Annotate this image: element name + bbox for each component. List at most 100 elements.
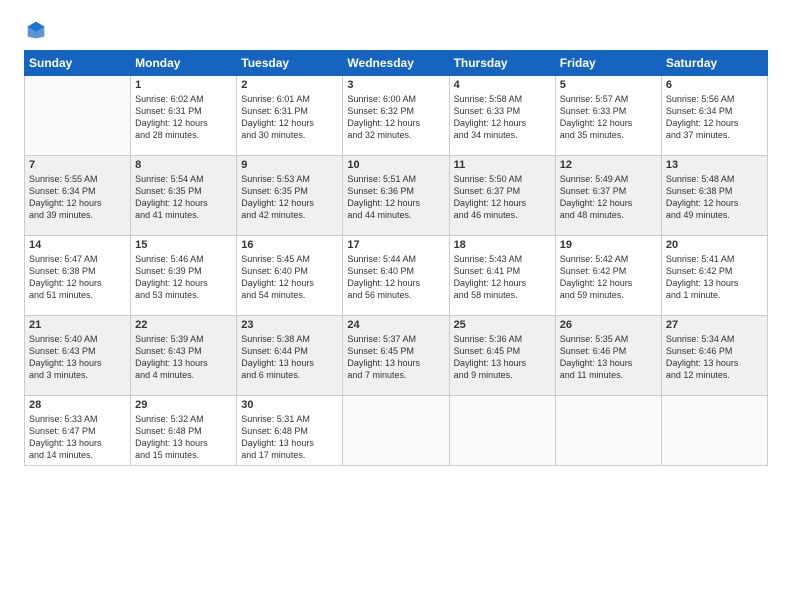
calendar-header-saturday: Saturday xyxy=(661,51,767,76)
day-number: 14 xyxy=(29,239,126,251)
day-number: 23 xyxy=(241,319,338,331)
calendar-cell xyxy=(555,396,661,466)
cell-info: Sunrise: 5:39 AM Sunset: 6:43 PM Dayligh… xyxy=(135,333,232,382)
calendar-cell: 24 Sunrise: 5:37 AM Sunset: 6:45 PM Dayli… xyxy=(343,316,449,396)
day-number: 12 xyxy=(560,159,657,171)
cell-info: Sunrise: 5:42 AM Sunset: 6:42 PM Dayligh… xyxy=(560,253,657,302)
day-number: 22 xyxy=(135,319,232,331)
calendar-cell: 25 Sunrise: 5:36 AM Sunset: 6:45 PM Dayli… xyxy=(449,316,555,396)
day-number: 4 xyxy=(454,79,551,91)
calendar-cell: 28 Sunrise: 5:33 AM Sunset: 6:47 PM Dayli… xyxy=(25,396,131,466)
cell-info: Sunrise: 5:55 AM Sunset: 6:34 PM Dayligh… xyxy=(29,173,126,222)
cell-info: Sunrise: 5:47 AM Sunset: 6:38 PM Dayligh… xyxy=(29,253,126,302)
header xyxy=(24,20,768,40)
cell-info: Sunrise: 6:02 AM Sunset: 6:31 PM Dayligh… xyxy=(135,93,232,142)
day-number: 9 xyxy=(241,159,338,171)
calendar-cell: 3 Sunrise: 6:00 AM Sunset: 6:32 PM Daylig… xyxy=(343,76,449,156)
day-number: 25 xyxy=(454,319,551,331)
calendar-cell xyxy=(25,76,131,156)
day-number: 28 xyxy=(29,399,126,411)
calendar-cell: 6 Sunrise: 5:56 AM Sunset: 6:34 PM Daylig… xyxy=(661,76,767,156)
cell-info: Sunrise: 5:35 AM Sunset: 6:46 PM Dayligh… xyxy=(560,333,657,382)
calendar-header-sunday: Sunday xyxy=(25,51,131,76)
calendar-header-thursday: Thursday xyxy=(449,51,555,76)
calendar-cell: 27 Sunrise: 5:34 AM Sunset: 6:46 PM Dayli… xyxy=(661,316,767,396)
cell-info: Sunrise: 5:36 AM Sunset: 6:45 PM Dayligh… xyxy=(454,333,551,382)
cell-info: Sunrise: 5:34 AM Sunset: 6:46 PM Dayligh… xyxy=(666,333,763,382)
cell-info: Sunrise: 5:48 AM Sunset: 6:38 PM Dayligh… xyxy=(666,173,763,222)
cell-info: Sunrise: 5:56 AM Sunset: 6:34 PM Dayligh… xyxy=(666,93,763,142)
calendar-cell: 17Sunrise: 5:44 AM Sunset: 6:40 PM Dayli… xyxy=(343,236,449,316)
calendar-cell: 5 Sunrise: 5:57 AM Sunset: 6:33 PM Daylig… xyxy=(555,76,661,156)
calendar-cell: 11Sunrise: 5:50 AM Sunset: 6:37 PM Dayli… xyxy=(449,156,555,236)
day-number: 8 xyxy=(135,159,232,171)
day-number: 3 xyxy=(347,79,444,91)
cell-info: Sunrise: 5:40 AM Sunset: 6:43 PM Dayligh… xyxy=(29,333,126,382)
calendar-header-monday: Monday xyxy=(131,51,237,76)
cell-info: Sunrise: 5:43 AM Sunset: 6:41 PM Dayligh… xyxy=(454,253,551,302)
cell-info: Sunrise: 5:45 AM Sunset: 6:40 PM Dayligh… xyxy=(241,253,338,302)
cell-info: Sunrise: 5:33 AM Sunset: 6:47 PM Dayligh… xyxy=(29,413,126,462)
cell-info: Sunrise: 5:46 AM Sunset: 6:39 PM Dayligh… xyxy=(135,253,232,302)
calendar-cell: 1 Sunrise: 6:02 AM Sunset: 6:31 PM Daylig… xyxy=(131,76,237,156)
calendar-cell: 14 Sunrise: 5:47 AM Sunset: 6:38 PM Dayli… xyxy=(25,236,131,316)
day-number: 20 xyxy=(666,239,763,251)
calendar-cell: 26Sunrise: 5:35 AM Sunset: 6:46 PM Dayli… xyxy=(555,316,661,396)
cell-info: Sunrise: 5:31 AM Sunset: 6:48 PM Dayligh… xyxy=(241,413,338,462)
day-number: 17 xyxy=(347,239,444,251)
day-number: 29 xyxy=(135,399,232,411)
day-number: 24 xyxy=(347,319,444,331)
cell-info: Sunrise: 5:32 AM Sunset: 6:48 PM Dayligh… xyxy=(135,413,232,462)
calendar-header-wednesday: Wednesday xyxy=(343,51,449,76)
day-number: 18 xyxy=(454,239,551,251)
cell-info: Sunrise: 6:00 AM Sunset: 6:32 PM Dayligh… xyxy=(347,93,444,142)
day-number: 2 xyxy=(241,79,338,91)
calendar-week-row: 1 Sunrise: 6:02 AM Sunset: 6:31 PM Daylig… xyxy=(25,76,768,156)
calendar-cell: 30 Sunrise: 5:31 AM Sunset: 6:48 PM Dayli… xyxy=(237,396,343,466)
day-number: 19 xyxy=(560,239,657,251)
cell-info: Sunrise: 5:50 AM Sunset: 6:37 PM Dayligh… xyxy=(454,173,551,222)
day-number: 21 xyxy=(29,319,126,331)
logo xyxy=(24,20,46,40)
calendar-cell: 12 Sunrise: 5:49 AM Sunset: 6:37 PM Dayli… xyxy=(555,156,661,236)
day-number: 7 xyxy=(29,159,126,171)
calendar-header-friday: Friday xyxy=(555,51,661,76)
calendar-cell: 21 Sunrise: 5:40 AM Sunset: 6:43 PM Dayli… xyxy=(25,316,131,396)
calendar-cell: 2Sunrise: 6:01 AM Sunset: 6:31 PM Daylig… xyxy=(237,76,343,156)
day-number: 13 xyxy=(666,159,763,171)
cell-info: Sunrise: 5:53 AM Sunset: 6:35 PM Dayligh… xyxy=(241,173,338,222)
calendar-cell xyxy=(343,396,449,466)
calendar-week-row: 28 Sunrise: 5:33 AM Sunset: 6:47 PM Dayli… xyxy=(25,396,768,466)
day-number: 16 xyxy=(241,239,338,251)
calendar-cell xyxy=(661,396,767,466)
calendar-week-row: 14 Sunrise: 5:47 AM Sunset: 6:38 PM Dayli… xyxy=(25,236,768,316)
logo-icon xyxy=(26,20,46,40)
calendar-week-row: 7 Sunrise: 5:55 AM Sunset: 6:34 PM Daylig… xyxy=(25,156,768,236)
day-number: 5 xyxy=(560,79,657,91)
calendar-cell: 16 Sunrise: 5:45 AM Sunset: 6:40 PM Dayli… xyxy=(237,236,343,316)
page: SundayMondayTuesdayWednesdayThursdayFrid… xyxy=(0,0,792,612)
calendar-cell: 10Sunrise: 5:51 AM Sunset: 6:36 PM Dayli… xyxy=(343,156,449,236)
calendar-cell: 18 Sunrise: 5:43 AM Sunset: 6:41 PM Dayli… xyxy=(449,236,555,316)
calendar-cell: 13 Sunrise: 5:48 AM Sunset: 6:38 PM Dayli… xyxy=(661,156,767,236)
calendar-cell: 23 Sunrise: 5:38 AM Sunset: 6:44 PM Dayli… xyxy=(237,316,343,396)
cell-info: Sunrise: 5:57 AM Sunset: 6:33 PM Dayligh… xyxy=(560,93,657,142)
calendar-cell: 8 Sunrise: 5:54 AM Sunset: 6:35 PM Daylig… xyxy=(131,156,237,236)
day-number: 15 xyxy=(135,239,232,251)
cell-info: Sunrise: 5:49 AM Sunset: 6:37 PM Dayligh… xyxy=(560,173,657,222)
day-number: 1 xyxy=(135,79,232,91)
calendar-cell: 22 Sunrise: 5:39 AM Sunset: 6:43 PM Dayli… xyxy=(131,316,237,396)
day-number: 27 xyxy=(666,319,763,331)
cell-info: Sunrise: 5:51 AM Sunset: 6:36 PM Dayligh… xyxy=(347,173,444,222)
calendar-cell: 29 Sunrise: 5:32 AM Sunset: 6:48 PM Dayli… xyxy=(131,396,237,466)
day-number: 30 xyxy=(241,399,338,411)
calendar-cell: 20Sunrise: 5:41 AM Sunset: 6:42 PM Dayli… xyxy=(661,236,767,316)
day-number: 6 xyxy=(666,79,763,91)
calendar-cell: 4Sunrise: 5:58 AM Sunset: 6:33 PM Daylig… xyxy=(449,76,555,156)
cell-info: Sunrise: 5:38 AM Sunset: 6:44 PM Dayligh… xyxy=(241,333,338,382)
calendar-cell: 15 Sunrise: 5:46 AM Sunset: 6:39 PM Dayli… xyxy=(131,236,237,316)
calendar-cell: 7 Sunrise: 5:55 AM Sunset: 6:34 PM Daylig… xyxy=(25,156,131,236)
cell-info: Sunrise: 5:37 AM Sunset: 6:45 PM Dayligh… xyxy=(347,333,444,382)
cell-info: Sunrise: 5:54 AM Sunset: 6:35 PM Dayligh… xyxy=(135,173,232,222)
calendar-header-tuesday: Tuesday xyxy=(237,51,343,76)
